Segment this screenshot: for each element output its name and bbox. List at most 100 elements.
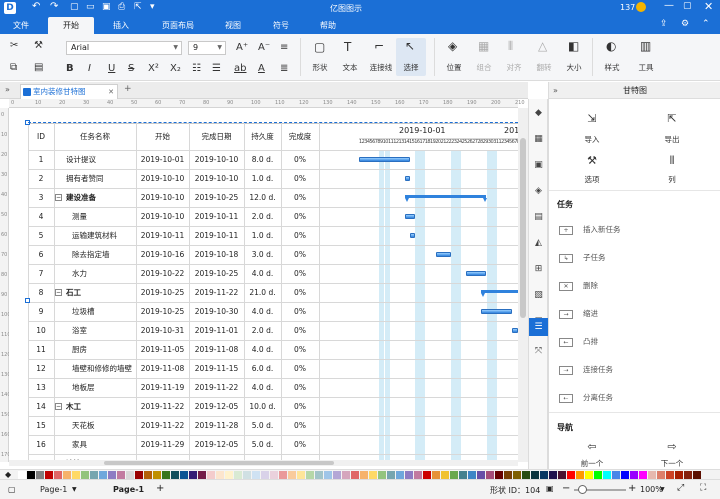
- font-size-select[interactable]: 9 ▼: [188, 41, 226, 55]
- row-duration[interactable]: 1.0 d.: [244, 169, 281, 188]
- color-swatch[interactable]: [666, 471, 674, 479]
- vertical-scrollbar[interactable]: [518, 108, 528, 462]
- color-swatch[interactable]: [369, 471, 377, 479]
- color-swatch[interactable]: [171, 471, 179, 479]
- row-task-name[interactable]: 厨房: [54, 340, 136, 359]
- row-duration[interactable]: 6.0 d.: [244, 359, 281, 378]
- print-icon[interactable]: ⎙: [118, 2, 125, 12]
- style-label[interactable]: 样式: [600, 62, 624, 73]
- row-start[interactable]: 2019-10-11: [136, 226, 189, 245]
- color-swatch[interactable]: [216, 471, 224, 479]
- import-button[interactable]: 导入: [572, 134, 612, 145]
- gantt-panel-icon[interactable]: ☰: [529, 318, 548, 336]
- text-icon[interactable]: T: [344, 41, 351, 53]
- share-icon[interactable]: ⇪: [660, 19, 668, 29]
- add-page-icon[interactable]: +: [156, 483, 164, 494]
- row-id[interactable]: 7: [28, 264, 54, 283]
- color-swatch[interactable]: [306, 471, 314, 479]
- color-swatch[interactable]: [414, 471, 422, 479]
- task-bar[interactable]: [404, 176, 410, 181]
- shape-icon[interactable]: ▢: [314, 41, 325, 53]
- row-id[interactable]: 6: [28, 245, 54, 264]
- row-task-name[interactable]: 家具: [54, 435, 136, 454]
- row-duration[interactable]: 4.0 d.: [244, 302, 281, 321]
- summary-bar[interactable]: [481, 290, 518, 293]
- size-icon[interactable]: ◧: [568, 40, 579, 52]
- zoom-slider-handle[interactable]: [578, 485, 587, 494]
- color-swatch[interactable]: [621, 471, 629, 479]
- row-finish[interactable]: 2019-11-28: [189, 416, 244, 435]
- row-complete[interactable]: 0%: [281, 169, 319, 188]
- row-start[interactable]: 2019-10-10: [136, 188, 189, 207]
- row-task-name[interactable]: 设计提议: [54, 150, 136, 169]
- color-swatch[interactable]: [693, 471, 701, 479]
- row-task-name[interactable]: 天花板: [54, 416, 136, 435]
- font-color-icon[interactable]: A: [258, 63, 265, 75]
- color-swatch[interactable]: [522, 471, 530, 479]
- new-tab-icon[interactable]: +: [124, 84, 132, 94]
- color-swatch[interactable]: [333, 471, 341, 479]
- row-finish[interactable]: 2019-10-25: [189, 264, 244, 283]
- subscript-icon[interactable]: X₂: [170, 63, 181, 75]
- header-finish[interactable]: 完成日期: [189, 127, 244, 146]
- color-swatch[interactable]: [234, 471, 242, 479]
- row-start[interactable]: 2019-10-16: [136, 245, 189, 264]
- export-icon[interactable]: ⇱: [134, 2, 142, 12]
- color-swatch[interactable]: [243, 471, 251, 479]
- page-tab-active[interactable]: Page-1: [113, 485, 144, 494]
- color-swatch[interactable]: [81, 471, 89, 479]
- row-duration[interactable]: 4.0 d.: [244, 340, 281, 359]
- rotate-label[interactable]: 翻转: [532, 62, 556, 73]
- color-swatch[interactable]: [531, 471, 539, 479]
- options-icon[interactable]: ⚒: [577, 154, 607, 167]
- color-swatch[interactable]: [378, 471, 386, 479]
- row-start[interactable]: 2019-11-29: [136, 435, 189, 454]
- row-task-name[interactable]: 水力: [54, 264, 136, 283]
- row-id[interactable]: 10: [28, 321, 54, 340]
- open-folder-icon[interactable]: ▭: [86, 2, 95, 12]
- color-swatch[interactable]: [207, 471, 215, 479]
- position-label[interactable]: 位置: [442, 62, 466, 73]
- color-swatch[interactable]: [495, 471, 503, 479]
- color-swatch[interactable]: [405, 471, 413, 479]
- color-swatch[interactable]: [351, 471, 359, 479]
- row-id[interactable]: 13: [28, 378, 54, 397]
- row-duration[interactable]: 4.0 d.: [244, 378, 281, 397]
- color-swatch[interactable]: [324, 471, 332, 479]
- color-swatch[interactable]: [549, 471, 557, 479]
- font-family-select[interactable]: Arial ▼: [66, 41, 182, 55]
- row-id[interactable]: 14: [28, 397, 54, 416]
- minimize-button[interactable]: —: [664, 0, 674, 11]
- column-icon[interactable]: ⫴: [657, 154, 687, 168]
- rotate-icon[interactable]: △: [538, 40, 547, 52]
- data-icon[interactable]: ▧: [532, 289, 545, 301]
- row-duration[interactable]: 10.0 d.: [244, 397, 281, 416]
- row-id[interactable]: 16: [28, 435, 54, 454]
- shape-label[interactable]: 形状: [308, 62, 332, 73]
- page-view-icon[interactable]: ▢: [8, 485, 16, 494]
- row-duration[interactable]: 5.0 d.: [244, 435, 281, 454]
- row-finish[interactable]: 2019-11-22: [189, 378, 244, 397]
- subtask-button[interactable]: ↳ 子任务: [559, 250, 709, 266]
- row-finish[interactable]: 2019-11-01: [189, 321, 244, 340]
- row-duration[interactable]: 12.0 d.: [244, 188, 281, 207]
- color-swatch[interactable]: [675, 471, 683, 479]
- color-swatch[interactable]: [441, 471, 449, 479]
- row-task-name[interactable]: 除去指定墙: [54, 245, 136, 264]
- indent-button[interactable]: → 缩进: [559, 306, 709, 322]
- color-swatch[interactable]: [99, 471, 107, 479]
- color-swatch[interactable]: [594, 471, 602, 479]
- row-start[interactable]: 2019-11-22: [136, 397, 189, 416]
- color-swatch[interactable]: [450, 471, 458, 479]
- fullscreen-mode-icon[interactable]: ⛶: [700, 483, 706, 493]
- menu-insert[interactable]: 插入: [106, 17, 136, 34]
- settings-icon[interactable]: ⚙: [681, 19, 689, 29]
- color-swatch[interactable]: [288, 471, 296, 479]
- color-swatch[interactable]: [261, 471, 269, 479]
- row-complete[interactable]: 0%: [281, 435, 319, 454]
- color-swatch[interactable]: [72, 471, 80, 479]
- color-swatch[interactable]: [90, 471, 98, 479]
- list-icon[interactable]: ☷: [192, 63, 201, 75]
- table-icon[interactable]: ⊞: [532, 263, 545, 275]
- color-swatch[interactable]: [180, 471, 188, 479]
